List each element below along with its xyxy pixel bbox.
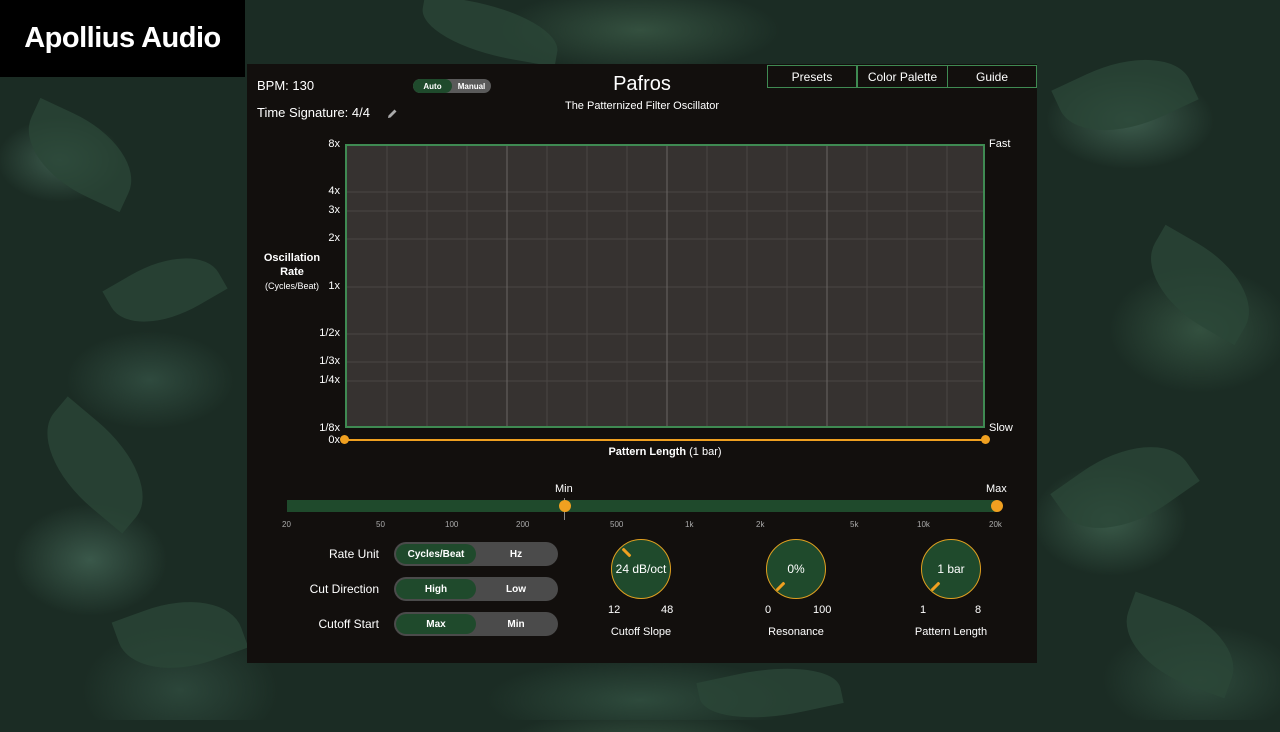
background-leaf xyxy=(416,0,564,67)
pattern-length-knob[interactable]: 1 bar xyxy=(921,539,981,599)
pattern-start-handle[interactable] xyxy=(340,435,349,444)
brand-name: Apollius Audio xyxy=(24,22,221,54)
background-leaf xyxy=(111,581,249,689)
y-tick: 1/4x xyxy=(319,374,340,386)
background-leaf xyxy=(10,97,150,213)
slow-label: Slow xyxy=(989,422,1013,434)
plugin-subtitle: The Patternized Filter Oscillator xyxy=(564,100,720,112)
y-tick: 1/8x xyxy=(319,422,340,434)
freq-tick: 5k xyxy=(850,520,859,529)
freq-tick: 500 xyxy=(610,520,624,529)
background-leaf xyxy=(696,653,844,732)
pattern-length-max: 8 xyxy=(975,604,982,616)
freq-tick: 50 xyxy=(376,520,385,529)
resonance-max: 100 xyxy=(813,604,832,616)
freq-tick: 100 xyxy=(445,520,459,529)
cutoff-start-label: Cutoff Start xyxy=(318,617,379,631)
fast-label: Fast xyxy=(989,138,1011,150)
cutoff-slope-label: Cutoff Slope xyxy=(610,626,672,638)
cutoff-slope-value: 24 dB/oct xyxy=(615,562,667,576)
pattern-baseline xyxy=(345,439,985,441)
y-tick: 0x xyxy=(328,434,340,446)
resonance-label: Resonance xyxy=(768,626,824,638)
freq-tick: 20 xyxy=(282,520,291,529)
cutoff-start-min-option[interactable]: Min xyxy=(476,614,556,634)
plot-grid xyxy=(347,146,983,426)
rate-unit-cycles-option[interactable]: Cycles/Beat xyxy=(396,544,476,564)
guide-button[interactable]: Guide xyxy=(947,65,1037,88)
freq-tick: 200 xyxy=(516,520,530,529)
cutoff-start-toggle[interactable]: Max Min xyxy=(394,612,558,636)
x-axis-title-main: Pattern Length xyxy=(608,446,687,458)
pattern-length-label: Pattern Length xyxy=(914,626,988,638)
freq-range-track[interactable] xyxy=(287,500,997,512)
cutoff-slope-knob[interactable]: 24 dB/oct xyxy=(611,539,671,599)
freq-tick: 20k xyxy=(989,520,1002,529)
freq-max-handle[interactable] xyxy=(991,500,1003,512)
presets-button[interactable]: Presets xyxy=(767,65,857,88)
resonance-value: 0% xyxy=(787,562,805,576)
y-axis-title-line1: Oscillation xyxy=(263,252,321,264)
freq-min-label: Min xyxy=(555,483,573,495)
y-tick: 1x xyxy=(328,280,340,292)
background-leaf xyxy=(1051,35,1199,155)
knob-indicator xyxy=(621,547,632,558)
freq-ticks: 20 50 100 200 500 1k 2k 5k 10k 20k xyxy=(247,520,1037,532)
cutoff-start-max-option[interactable]: Max xyxy=(396,614,476,634)
rate-unit-label: Rate Unit xyxy=(328,547,379,561)
y-axis-title: Oscillation Rate (Cycles/Beat) xyxy=(255,252,329,291)
pattern-end-handle[interactable] xyxy=(981,435,990,444)
rate-unit-toggle[interactable]: Cycles/Beat Hz xyxy=(394,542,558,566)
y-axis-title-line2: Rate xyxy=(280,266,304,278)
pattern-plot[interactable] xyxy=(345,144,985,428)
cut-direction-label: Cut Direction xyxy=(309,582,379,596)
background-leaf xyxy=(22,396,168,534)
freq-tick: 2k xyxy=(756,520,765,529)
resonance-min: 0 xyxy=(765,604,772,616)
freq-min-handle[interactable] xyxy=(559,500,571,512)
color-palette-button[interactable]: Color Palette xyxy=(857,65,948,88)
freq-tick: 10k xyxy=(917,520,930,529)
plugin-panel: BPM: 130 Auto Manual Time Signature: 4/4… xyxy=(247,64,1037,663)
cut-direction-toggle[interactable]: High Low xyxy=(394,577,558,601)
y-tick: 3x xyxy=(328,204,340,216)
y-tick: 1/3x xyxy=(319,355,340,367)
background-leaf xyxy=(1050,419,1200,556)
cut-direction-low-option[interactable]: Low xyxy=(476,579,556,599)
brand-logo: Apollius Audio xyxy=(0,0,245,77)
resonance-knob[interactable]: 0% xyxy=(766,539,826,599)
cut-direction-high-option[interactable]: High xyxy=(396,579,476,599)
pattern-length-value: 1 bar xyxy=(937,562,965,576)
freq-tick: 1k xyxy=(685,520,694,529)
background-leaf xyxy=(102,236,228,344)
knob-indicator xyxy=(930,581,941,592)
x-axis-title: Pattern Length (1 bar) xyxy=(247,446,1083,458)
x-axis-title-suffix: (1 bar) xyxy=(689,446,722,458)
pattern-length-min: 1 xyxy=(920,604,927,616)
knob-indicator xyxy=(775,581,786,592)
rate-unit-hz-option[interactable]: Hz xyxy=(476,544,556,564)
freq-max-label: Max xyxy=(986,483,1007,495)
y-tick: 8x xyxy=(328,138,340,150)
cutoff-slope-max: 48 xyxy=(661,604,674,616)
y-tick: 1/2x xyxy=(319,327,340,339)
background-leaf xyxy=(1111,591,1249,699)
y-tick: 4x xyxy=(328,185,340,197)
y-axis-unit: (Cycles/Beat) xyxy=(264,281,319,291)
cutoff-slope-min: 12 xyxy=(608,604,621,616)
y-tick: 2x xyxy=(328,232,340,244)
background-leaf xyxy=(1130,224,1270,346)
